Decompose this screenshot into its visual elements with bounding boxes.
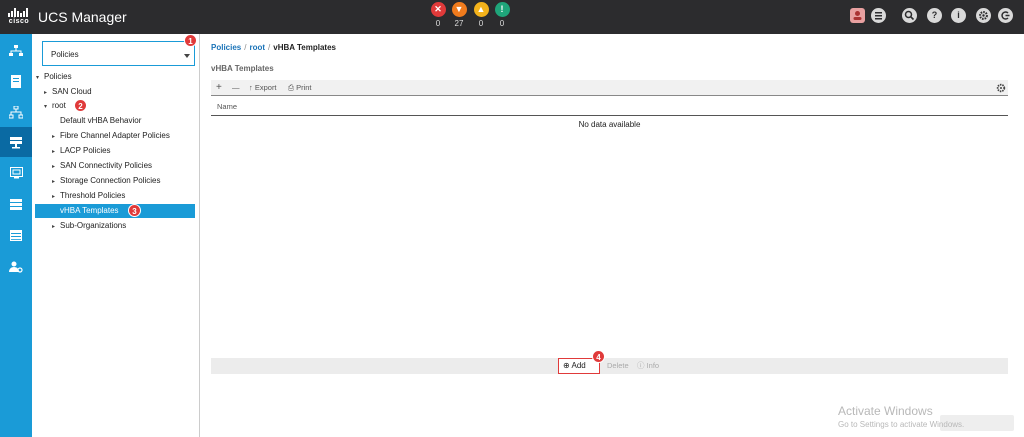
- help-icon[interactable]: ?: [927, 8, 942, 23]
- major-fault-count: 27: [454, 19, 464, 28]
- warning-fault-count: 0: [499, 19, 505, 28]
- expand-icon: ▾: [44, 104, 48, 110]
- major-fault-icon: ▼: [451, 2, 467, 17]
- step-badge-1: 1: [184, 34, 197, 47]
- navigation-panel: Policies 1 ▾ Policies ▸ SAN Cloud ▾ root 2 …: [32, 34, 200, 437]
- breadcrumb-root[interactable]: root: [249, 43, 265, 52]
- info-button[interactable]: ⓘ Info: [637, 358, 659, 374]
- activate-windows-subtitle: Go to Settings to activate Windows.: [838, 420, 965, 429]
- export-button[interactable]: ↑ Export: [249, 80, 277, 96]
- table-footer: ⊕ Add Delete ⓘ Info: [211, 358, 1008, 374]
- top-bar: cisco UCS Manager ✕ 0 ▼ 27 ▲ 0 ! 0 ? i: [0, 0, 1024, 34]
- logout-icon[interactable]: [998, 8, 1013, 23]
- section-title: vHBA Templates: [211, 64, 274, 73]
- rail-servers[interactable]: [0, 66, 32, 96]
- tree-item-sub-organizations[interactable]: ▸ Sub-Organizations: [52, 219, 126, 233]
- tree-item-default-vhba-behavior[interactable]: Default vHBA Behavior: [52, 114, 141, 128]
- step-badge-3: 3: [128, 204, 141, 217]
- step-badge-4: 4: [592, 350, 605, 363]
- tree-item-san-cloud[interactable]: ▸ SAN Cloud: [44, 85, 92, 99]
- tree-item-fc-adapter-policies[interactable]: ▸ Fibre Channel Adapter Policies: [52, 129, 170, 143]
- equipment-icon: [9, 45, 23, 56]
- critical-fault-count: 0: [435, 19, 441, 28]
- storage-icon: [10, 198, 22, 210]
- breadcrumb-policies[interactable]: Policies: [211, 43, 241, 52]
- rail-chassis[interactable]: [0, 220, 32, 250]
- rail-storage[interactable]: [0, 189, 32, 219]
- chassis-icon: [10, 229, 22, 241]
- servers-icon: [11, 74, 21, 88]
- add-icon[interactable]: +: [216, 80, 222, 96]
- tree-item-lacp-policies[interactable]: ▸ LACP Policies: [52, 144, 111, 158]
- rail-san[interactable]: [0, 127, 32, 157]
- vm-icon: [9, 167, 23, 179]
- collapse-icon: ▸: [52, 194, 56, 200]
- fault-warning[interactable]: ! 0: [494, 2, 510, 30]
- nav-filter-value: Policies: [51, 50, 79, 59]
- search-icon[interactable]: [902, 8, 917, 23]
- lan-icon: [9, 105, 23, 118]
- ucs-manager-window: cisco UCS Manager ✕ 0 ▼ 27 ▲ 0 ! 0 ? i P…: [0, 0, 1024, 437]
- tree-item-storage-connection-policies[interactable]: ▸ Storage Connection Policies: [52, 174, 161, 188]
- cisco-logo: cisco: [6, 8, 32, 26]
- nav-rail: [0, 34, 32, 437]
- san-icon: [10, 136, 22, 148]
- table-header: Name: [211, 98, 1008, 116]
- tree-item-vhba-templates[interactable]: vHBA Templates: [35, 204, 195, 218]
- settings-icon[interactable]: [976, 8, 991, 23]
- step-badge-2: 2: [74, 99, 87, 112]
- cisco-logo-text: cisco: [8, 18, 30, 25]
- tree-item-san-connectivity-policies[interactable]: ▸ SAN Connectivity Policies: [52, 159, 152, 173]
- chevron-down-icon: [184, 54, 190, 58]
- tree-item-root[interactable]: ▾ root: [44, 99, 66, 113]
- collapse-icon: ▸: [52, 179, 56, 185]
- column-name[interactable]: Name: [217, 102, 237, 111]
- collapse-icon: ▸: [52, 149, 56, 155]
- breadcrumb-current: vHBA Templates: [273, 43, 336, 52]
- user-alert-icon[interactable]: [850, 8, 865, 23]
- collapse-icon: ▸: [44, 90, 48, 96]
- collapse-icon: ▸: [52, 164, 56, 170]
- table-settings-button[interactable]: [996, 80, 1006, 96]
- content-pane: Policies / root / vHBA Templates vHBA Templa…: [200, 34, 1024, 437]
- minor-fault-icon: ▲: [473, 2, 489, 17]
- fault-critical[interactable]: ✕ 0: [430, 2, 446, 30]
- list-icon[interactable]: [871, 8, 886, 23]
- critical-fault-icon: ✕: [430, 2, 446, 17]
- nav-filter-dropdown[interactable]: Policies: [42, 41, 195, 66]
- tree-item-threshold-policies[interactable]: ▸ Threshold Policies: [52, 189, 125, 203]
- gear-icon: [996, 83, 1006, 93]
- warning-fault-icon: !: [494, 2, 510, 17]
- tree-item-policies[interactable]: ▾ Policies: [36, 70, 72, 84]
- table-toolbar: + — ↑ Export ⎙ Print: [211, 80, 1008, 96]
- collapse-icon: ▸: [52, 134, 56, 140]
- info-circle-icon: ⓘ: [637, 361, 647, 370]
- expand-icon: ▾: [36, 75, 40, 81]
- minor-fault-count: 0: [478, 19, 484, 28]
- admin-icon: [9, 261, 23, 273]
- app-title: UCS Manager: [38, 9, 127, 25]
- rail-admin[interactable]: [0, 252, 32, 282]
- collapse-icon: ▸: [52, 224, 56, 230]
- rail-equipment[interactable]: [0, 36, 32, 66]
- cisco-logo-bars: [8, 8, 30, 17]
- activate-windows-title: Activate Windows: [838, 404, 933, 418]
- print-button[interactable]: ⎙ Print: [288, 80, 312, 96]
- fault-minor[interactable]: ▲ 0: [473, 2, 489, 30]
- breadcrumb: Policies / root / vHBA Templates: [211, 43, 336, 52]
- rail-lan[interactable]: [0, 97, 32, 127]
- rail-vm[interactable]: [0, 158, 32, 188]
- printer-icon: ⎙: [288, 83, 297, 92]
- empty-table-message: No data available: [578, 120, 641, 129]
- info-icon[interactable]: i: [951, 8, 966, 23]
- remove-icon[interactable]: —: [232, 80, 240, 96]
- delete-button[interactable]: Delete: [607, 358, 629, 374]
- fault-major[interactable]: ▼ 27: [451, 2, 467, 30]
